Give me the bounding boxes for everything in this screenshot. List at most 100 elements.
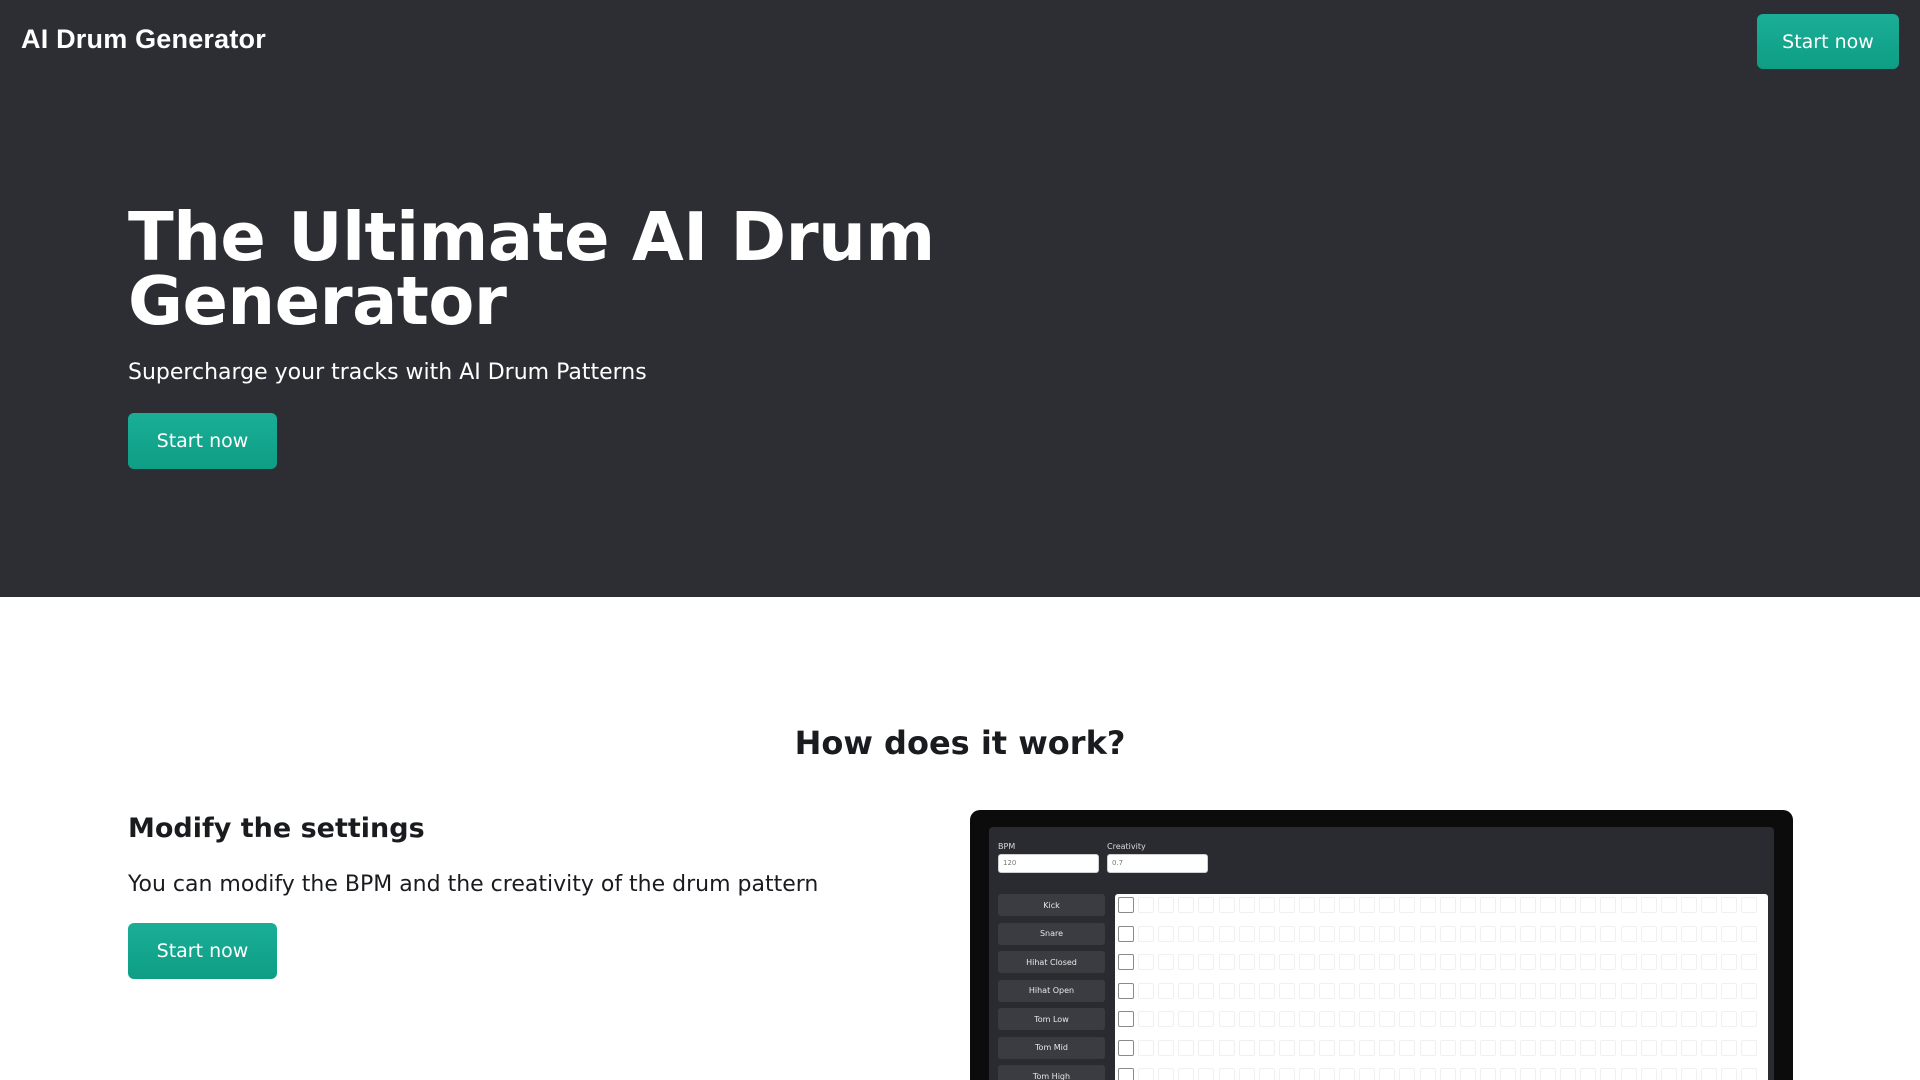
step-cell[interactable] xyxy=(1298,1068,1315,1080)
step-cell[interactable] xyxy=(1359,954,1376,970)
step-cell[interactable] xyxy=(1238,982,1255,999)
step-cell[interactable] xyxy=(1660,954,1677,970)
step-cell[interactable] xyxy=(1640,897,1657,913)
step-cell[interactable] xyxy=(1218,982,1235,999)
step-cell[interactable] xyxy=(1339,1039,1356,1056)
step-cell[interactable] xyxy=(1741,1068,1758,1080)
step-cell[interactable] xyxy=(1419,982,1436,999)
step-cell[interactable] xyxy=(1540,1011,1557,1027)
step-cell[interactable] xyxy=(1520,982,1536,999)
step-cell[interactable] xyxy=(1700,925,1717,942)
step-cell[interactable] xyxy=(1700,1039,1717,1056)
step-cell[interactable] xyxy=(1640,1039,1657,1056)
step-cell[interactable] xyxy=(1640,954,1657,970)
step-cell[interactable] xyxy=(1158,982,1175,999)
step-cell[interactable] xyxy=(1359,982,1376,999)
step-cell[interactable] xyxy=(1459,925,1476,942)
step-cell[interactable] xyxy=(1258,1011,1275,1027)
step-cell[interactable] xyxy=(1218,1011,1235,1027)
step-cell[interactable] xyxy=(1680,982,1697,999)
step-cell[interactable] xyxy=(1580,954,1597,970)
step-cell[interactable] xyxy=(1118,925,1134,942)
step-cell[interactable] xyxy=(1741,1039,1758,1056)
step-cell[interactable] xyxy=(1700,982,1717,999)
step-cell[interactable] xyxy=(1379,1039,1396,1056)
step-cell[interactable] xyxy=(1439,982,1456,999)
step-cell[interactable] xyxy=(1339,982,1356,999)
step-cell[interactable] xyxy=(1499,1039,1516,1056)
step-cell[interactable] xyxy=(1118,1011,1134,1027)
step-cell[interactable] xyxy=(1520,1011,1536,1027)
step-cell[interactable] xyxy=(1620,1039,1637,1056)
step-cell[interactable] xyxy=(1218,897,1235,913)
step-cell[interactable] xyxy=(1680,925,1697,942)
step-cell[interactable] xyxy=(1620,1011,1637,1027)
step-cell[interactable] xyxy=(1399,1068,1416,1080)
step-cell[interactable] xyxy=(1198,1011,1215,1027)
step-cell[interactable] xyxy=(1258,1039,1275,1056)
step-cell[interactable] xyxy=(1640,1011,1657,1027)
step-cell[interactable] xyxy=(1298,1011,1315,1027)
step-cell[interactable] xyxy=(1660,1011,1677,1027)
track-button[interactable]: Tom High xyxy=(998,1065,1105,1080)
step-cell[interactable] xyxy=(1520,1039,1536,1056)
step-cell[interactable] xyxy=(1359,1039,1376,1056)
step-cell[interactable] xyxy=(1238,954,1255,970)
step-cell[interactable] xyxy=(1218,925,1235,942)
step-cell[interactable] xyxy=(1379,897,1396,913)
step-cell[interactable] xyxy=(1439,1068,1456,1080)
step-cell[interactable] xyxy=(1359,897,1376,913)
step-cell[interactable] xyxy=(1218,954,1235,970)
step-cell[interactable] xyxy=(1419,897,1436,913)
step-cell[interactable] xyxy=(1198,925,1215,942)
step-cell[interactable] xyxy=(1700,897,1717,913)
step-cell[interactable] xyxy=(1680,1068,1697,1080)
step-cell[interactable] xyxy=(1278,1068,1295,1080)
step-cell[interactable] xyxy=(1238,897,1255,913)
step-cell[interactable] xyxy=(1560,925,1577,942)
step-cell[interactable] xyxy=(1721,1011,1737,1027)
step-cell[interactable] xyxy=(1198,982,1215,999)
step-cell[interactable] xyxy=(1560,1011,1577,1027)
step-cell[interactable] xyxy=(1298,925,1315,942)
step-cell[interactable] xyxy=(1258,954,1275,970)
step-cell[interactable] xyxy=(1218,1068,1235,1080)
step-cell[interactable] xyxy=(1499,982,1516,999)
step-cell[interactable] xyxy=(1198,1039,1215,1056)
step-cell[interactable] xyxy=(1339,954,1356,970)
step-cell[interactable] xyxy=(1540,1068,1557,1080)
step-cell[interactable] xyxy=(1298,1039,1315,1056)
step-cell[interactable] xyxy=(1459,1039,1476,1056)
step-cell[interactable] xyxy=(1580,1068,1597,1080)
step-cell[interactable] xyxy=(1499,1011,1516,1027)
step-cell[interactable] xyxy=(1499,925,1516,942)
step-cell[interactable] xyxy=(1158,925,1175,942)
step-cell[interactable] xyxy=(1660,1039,1677,1056)
step-cell[interactable] xyxy=(1620,1068,1637,1080)
step-cell[interactable] xyxy=(1721,954,1737,970)
step-cell[interactable] xyxy=(1238,925,1255,942)
step-cell[interactable] xyxy=(1721,1068,1737,1080)
step-cell[interactable] xyxy=(1138,982,1155,999)
step-cell[interactable] xyxy=(1459,982,1476,999)
step-cell[interactable] xyxy=(1298,982,1315,999)
step-cell[interactable] xyxy=(1600,897,1617,913)
step-cell[interactable] xyxy=(1459,897,1476,913)
step-cell[interactable] xyxy=(1439,1039,1456,1056)
step-cell[interactable] xyxy=(1158,1039,1175,1056)
step-cell[interactable] xyxy=(1700,1068,1717,1080)
step-cell[interactable] xyxy=(1439,1011,1456,1027)
step-cell[interactable] xyxy=(1419,1039,1436,1056)
step-cell[interactable] xyxy=(1680,954,1697,970)
step-cell[interactable] xyxy=(1640,925,1657,942)
step-cell[interactable] xyxy=(1721,897,1737,913)
step-cell[interactable] xyxy=(1560,897,1577,913)
step-cell[interactable] xyxy=(1459,954,1476,970)
step-cell[interactable] xyxy=(1439,954,1456,970)
step-cell[interactable] xyxy=(1158,1068,1175,1080)
step-cell[interactable] xyxy=(1520,1068,1536,1080)
step-cell[interactable] xyxy=(1580,982,1597,999)
step-cell[interactable] xyxy=(1520,897,1536,913)
step-cell[interactable] xyxy=(1520,925,1536,942)
step-cell[interactable] xyxy=(1359,925,1376,942)
